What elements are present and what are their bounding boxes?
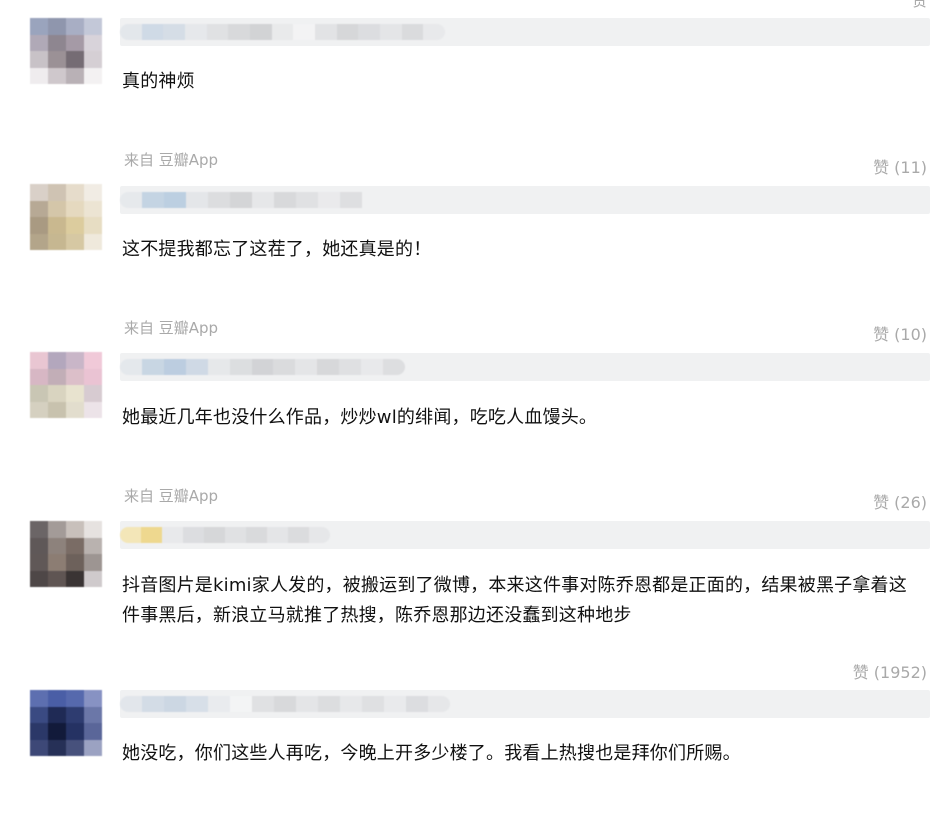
username-bar[interactable] [120,353,930,381]
like-button[interactable]: 赞 (1952) [853,659,927,683]
avatar[interactable] [30,184,102,250]
avatar[interactable] [30,18,102,84]
comment-text: 她最近几年也没什么作品，炒炒wl的绯闻，吃吃人血馒头。 [122,407,598,428]
comment-source: 来自 豆瓣App [124,151,219,169]
username-mosaic [120,192,370,208]
username-bar[interactable] [120,690,930,718]
username-bar[interactable] [120,521,930,549]
comment-text: 这不提我都忘了这茬了，她还真是的！ [122,239,432,260]
avatar[interactable] [30,521,102,587]
like-button[interactable]: 赞 (11) [873,154,927,178]
comment-source: 来自 豆瓣App [124,319,219,337]
comment-source: 来自 豆瓣App [124,487,219,505]
username-bar[interactable] [120,18,930,46]
avatar[interactable] [30,690,102,756]
top-like-label[interactable]: 赞 [912,0,927,11]
username-mosaic [120,527,330,543]
comment-text: 真的神烦 [122,71,195,92]
comment-text: 她没吃，你们这些人再吃，今晚上开多少楼了。我看上热搜也是拜你们所赐。 [122,743,741,764]
like-button[interactable]: 赞 (10) [873,321,927,345]
like-button[interactable]: 赞 (26) [873,489,927,513]
comment-text: 抖音图片是kimi家人发的，被搬运到了微博，本来这件事对陈乔恩都是正面的，结果被… [122,575,907,626]
username-mosaic [120,696,450,712]
username-mosaic [120,359,405,375]
username-bar[interactable] [120,186,930,214]
avatar[interactable] [30,352,102,418]
username-mosaic [120,24,445,40]
